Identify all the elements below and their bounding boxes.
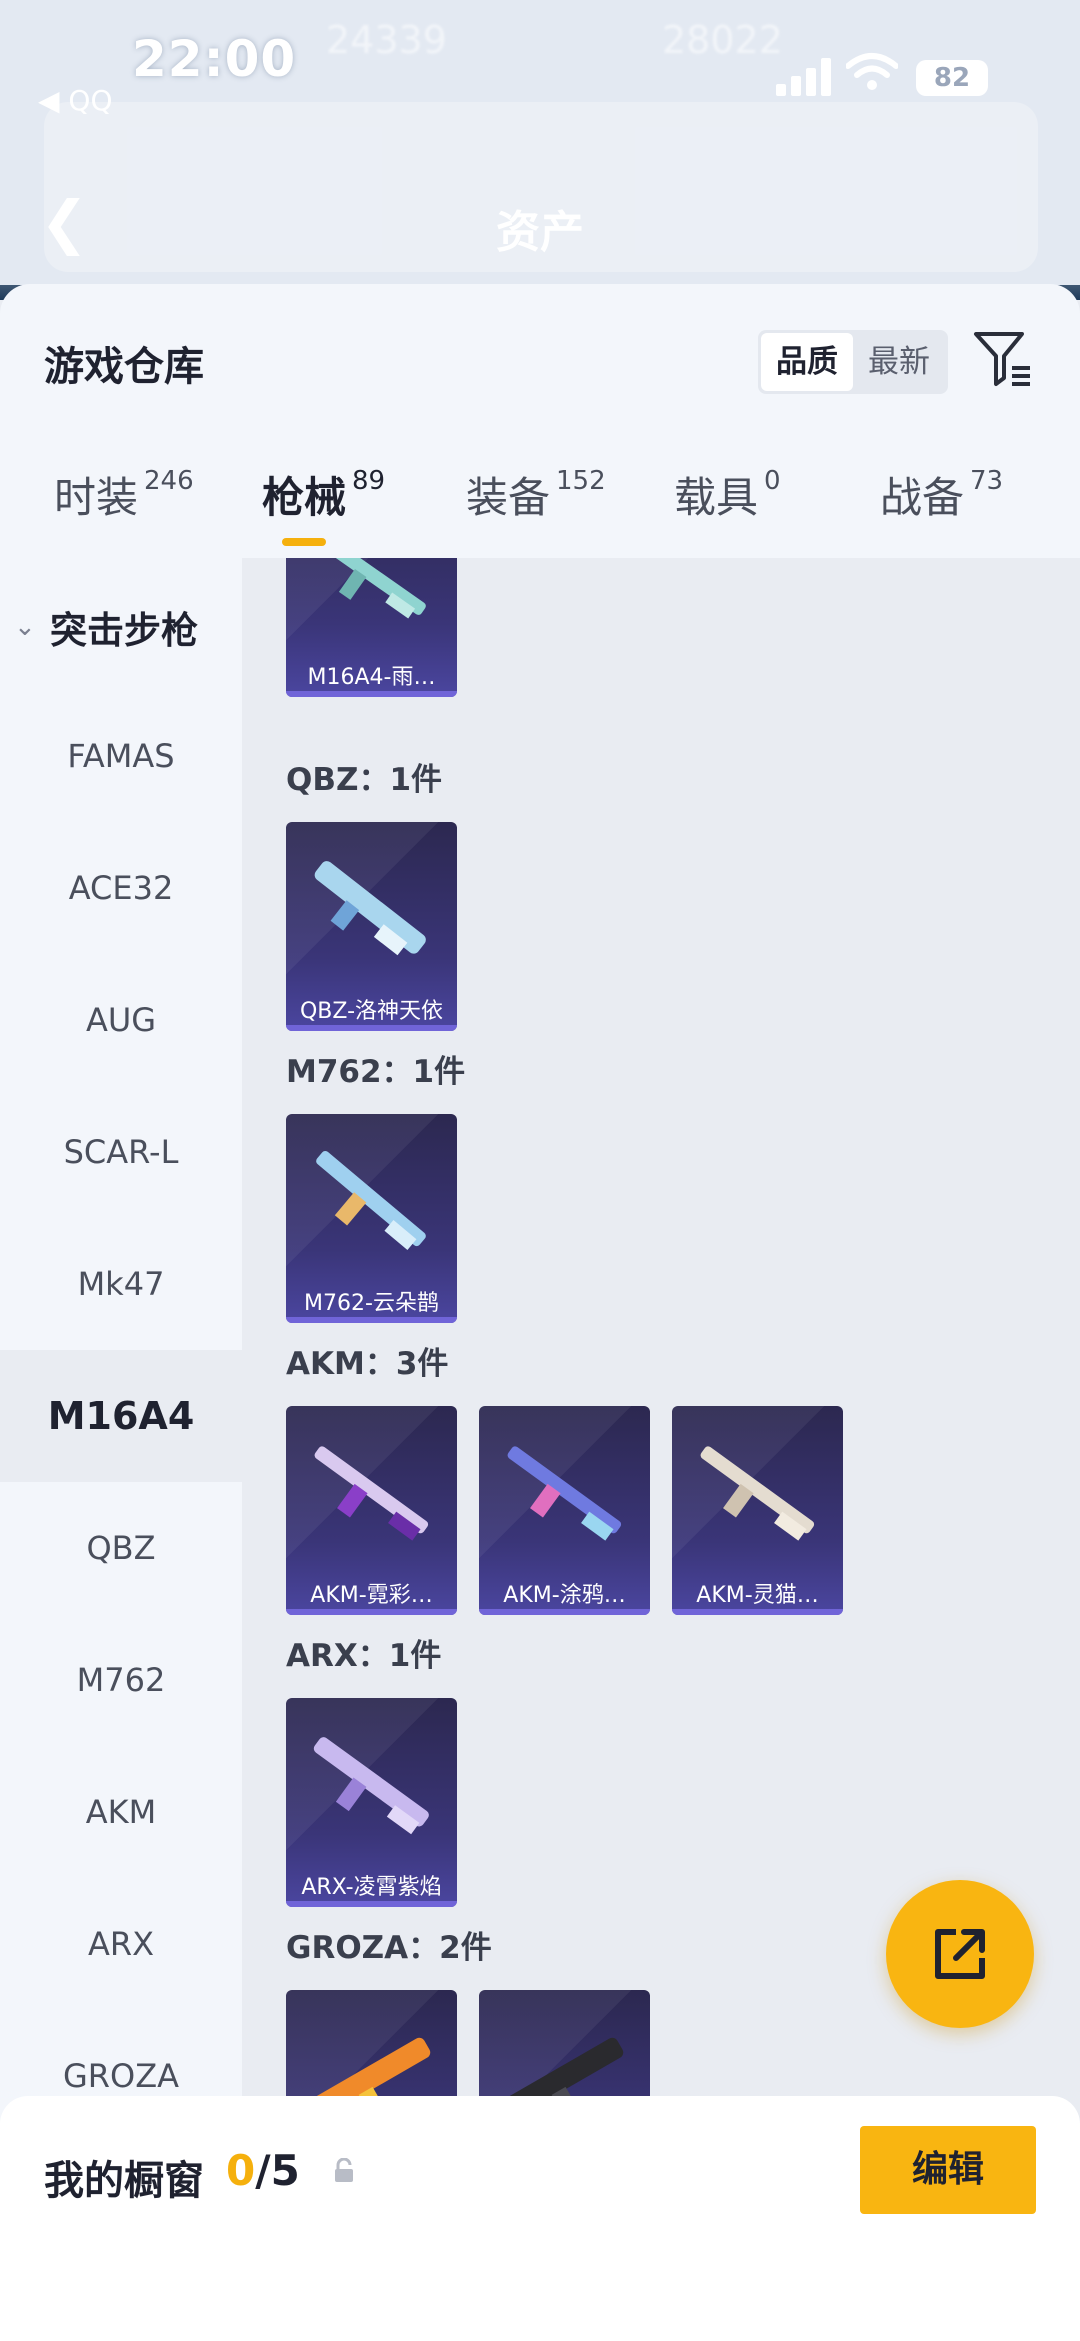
rifle-icon xyxy=(316,1150,426,1251)
card-stripe xyxy=(286,1317,457,1323)
skin-name: M16A4-雨… xyxy=(307,665,436,690)
tab-label: 时装 xyxy=(54,473,139,522)
tab-fashion[interactable]: 时装 246 xyxy=(54,464,194,525)
share-icon xyxy=(935,1929,985,1979)
status-bar: 22:00 ◀ QQ 82 xyxy=(0,0,1080,120)
wifi-icon xyxy=(846,53,898,90)
group-header-qbz: QBZ：1件 xyxy=(286,762,443,798)
rifle-icon xyxy=(507,1446,622,1541)
skin-card[interactable]: AKM-灵猫… xyxy=(672,1406,843,1615)
tab-vehicles[interactable]: 载具 0 xyxy=(674,464,781,525)
sidebar-item-m16a4[interactable]: M16A4 xyxy=(0,1350,242,1482)
skin-name: AKM-涂鸦… xyxy=(503,1583,626,1608)
tab-count: 0 xyxy=(764,466,781,496)
skin-card[interactable]: M762-云朵鹊 xyxy=(286,1114,457,1323)
status-time: 22:00 xyxy=(132,30,297,88)
tab-supplies[interactable]: 战备 73 xyxy=(880,464,1003,525)
tab-count: 152 xyxy=(556,466,606,496)
showcase-count: 0/5 xyxy=(226,2146,300,2195)
signal-icon xyxy=(776,56,834,96)
sidebar-item-ace32[interactable]: ACE32 xyxy=(0,822,242,954)
back-to-app-link[interactable]: ◀ QQ xyxy=(38,84,113,117)
card-stripe xyxy=(286,1901,457,1907)
sidebar-item-aug[interactable]: AUG xyxy=(0,954,242,1086)
group-header-m762: M762：1件 xyxy=(286,1054,466,1090)
sort-quality-button[interactable]: 品质 xyxy=(761,333,853,391)
card-stripe xyxy=(479,1609,650,1615)
rifle-icon xyxy=(313,1737,429,1835)
tab-guns[interactable]: 枪械 89 xyxy=(262,464,385,525)
sidebar-item-qbz[interactable]: QBZ xyxy=(0,1482,242,1614)
skin-name: M762-云朵鹊 xyxy=(304,1291,439,1316)
showcase-title: 我的橱窗 xyxy=(44,2158,204,2204)
sidebar-item-scar-l[interactable]: SCAR-L xyxy=(0,1086,242,1218)
lock-icon xyxy=(335,2158,353,2182)
sort-toggle: 品质 最新 xyxy=(758,330,948,394)
tab-count: 89 xyxy=(352,466,386,496)
skin-name: AKM-灵猫… xyxy=(696,1583,819,1608)
showcase-current: 0 xyxy=(226,2146,256,2195)
skin-card[interactable]: AKM-霓彩… xyxy=(286,1406,457,1615)
rifle-icon xyxy=(314,558,426,619)
tab-count: 73 xyxy=(970,466,1004,496)
card-stripe xyxy=(286,1609,457,1615)
rifle-icon xyxy=(314,861,426,956)
rifle-icon xyxy=(700,1446,815,1541)
card-stripe xyxy=(672,1609,843,1615)
share-button[interactable] xyxy=(886,1880,1034,2028)
tab-label: 枪械 xyxy=(262,473,347,522)
battery-indicator: 82 xyxy=(916,60,988,96)
tab-label: 战备 xyxy=(880,473,965,522)
skin-card[interactable]: M16A4-雨… xyxy=(286,558,457,697)
skin-card[interactable]: QBZ-洛神天依 xyxy=(286,822,457,1031)
showcase-total: /5 xyxy=(255,2146,300,2195)
group-header-arx: ARX：1件 xyxy=(286,1638,442,1674)
sort-newest-button[interactable]: 最新 xyxy=(853,333,945,391)
chevron-down-icon: ⌄ xyxy=(14,612,36,642)
tab-equipment[interactable]: 装备 152 xyxy=(466,464,606,525)
filter-icon[interactable] xyxy=(972,328,1034,390)
sidebar-item-mk47[interactable]: Mk47 xyxy=(0,1218,242,1350)
showcase-bar: 我的橱窗 0/5 编辑 xyxy=(0,2096,1080,2341)
weapon-list: M16A4-雨… QBZ：1件 QBZ-洛神天依 M762：1件 M762-云朵… xyxy=(242,558,1080,2341)
skin-name: ARX-凌霄紫焰 xyxy=(301,1875,442,1900)
tab-count: 246 xyxy=(144,466,194,496)
card-stripe xyxy=(286,691,457,697)
rifle-icon xyxy=(314,1446,429,1541)
sidebar-item-famas[interactable]: FAMAS xyxy=(0,690,242,822)
sidebar-item-arx[interactable]: ARX xyxy=(0,1878,242,2010)
sidebar-group-label: 突击步枪 xyxy=(50,609,198,652)
sidebar-item-m762[interactable]: M762 xyxy=(0,1614,242,1746)
blurred-page-title: 资产 xyxy=(496,207,584,258)
active-tab-indicator xyxy=(282,538,326,546)
weapon-sidebar: ⌄ 突击步枪 FAMAS ACE32 AUG SCAR-L Mk47 M16A4… xyxy=(0,558,242,2341)
edit-button[interactable]: 编辑 xyxy=(860,2126,1036,2214)
skin-name: QBZ-洛神天依 xyxy=(299,999,444,1024)
skin-card[interactable]: ARX-凌霄紫焰 xyxy=(286,1698,457,1907)
sidebar-item-akm[interactable]: AKM xyxy=(0,1746,242,1878)
category-tabs: 时装 246 枪械 89 装备 152 载具 0 战备 73 xyxy=(0,464,1080,556)
card-stripe xyxy=(286,1025,457,1031)
tab-label: 载具 xyxy=(674,473,759,522)
skin-name: AKM-霓彩… xyxy=(310,1583,433,1608)
sidebar-group-assault-rifles[interactable]: ⌄ 突击步枪 xyxy=(14,600,198,654)
sheet-title: 游戏仓库 xyxy=(44,344,204,390)
group-header-akm: AKM：3件 xyxy=(286,1346,449,1382)
skin-card[interactable]: AKM-涂鸦… xyxy=(479,1406,650,1615)
tab-label: 装备 xyxy=(466,473,551,522)
back-icon[interactable]: ❮ xyxy=(40,188,89,256)
group-header-groza: GROZA：2件 xyxy=(286,1930,492,1966)
